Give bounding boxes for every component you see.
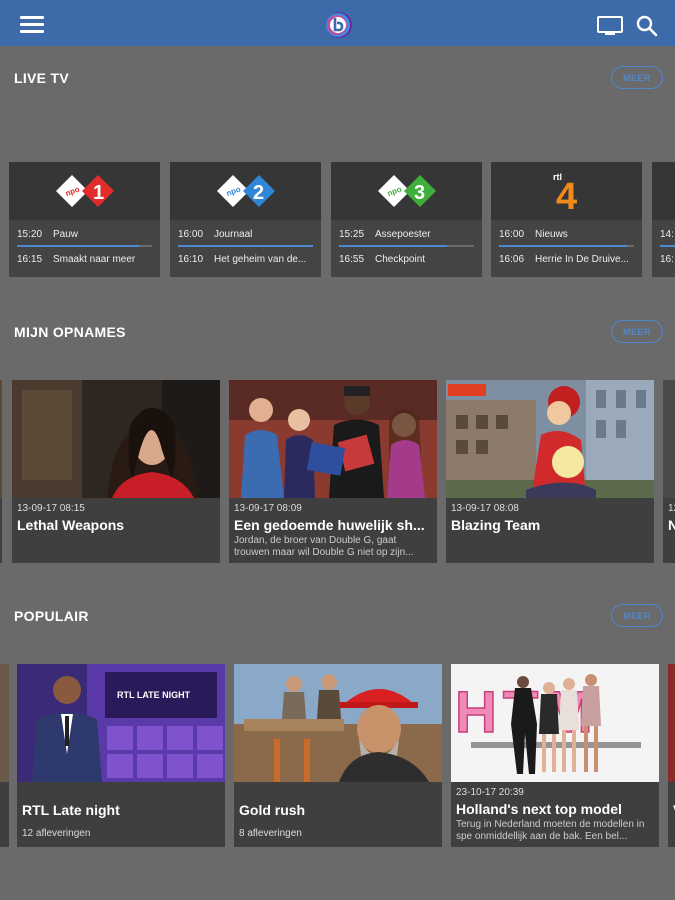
recording-card[interactable]: 13-09-17 08:09 Een gedoemde huwelijk sh.… bbox=[229, 380, 437, 563]
popular-card[interactable]: RTL LATE NIGHT RTL Late night 12 aflever… bbox=[17, 664, 225, 847]
top-app-bar bbox=[0, 0, 675, 46]
svg-text:2: 2 bbox=[253, 182, 264, 204]
recording-card[interactable]: 13-09-17 08:08 Blazing Team bbox=[446, 380, 654, 563]
popular-card[interactable]: HTM 23-10-17 20:39 Holland's next top mo… bbox=[451, 664, 659, 847]
channel-logo-npo3: npo 3 bbox=[331, 162, 482, 220]
popular-thumbnail: RTL LATE NIGHT bbox=[17, 664, 225, 782]
svg-text:1: 1 bbox=[93, 182, 104, 204]
channel-logo-npo1: npo 1 bbox=[9, 162, 160, 220]
channel-progress-bar bbox=[660, 245, 675, 247]
popular-episode-count: 8 afleveringen bbox=[239, 828, 302, 839]
recordings-more-button[interactable]: MEER bbox=[611, 320, 663, 343]
app-logo-icon[interactable] bbox=[322, 10, 354, 40]
recording-date: 13-09-17 08:08 bbox=[451, 503, 519, 514]
section-title-live-tv: LIVE TV bbox=[14, 70, 69, 86]
live-tv-more-button[interactable]: MEER bbox=[611, 66, 663, 89]
section-title-popular: POPULAIR bbox=[14, 608, 89, 624]
channel-now: 16:00 Nieuws bbox=[499, 229, 568, 240]
channel-card-npo3[interactable]: npo 3 15:25 Assepoester 16:55 Checkpoint bbox=[331, 162, 482, 277]
channel-card-rtl4[interactable]: rtl 4 16:00 Nieuws 16:06 Herrie In De Drui… bbox=[491, 162, 642, 277]
popular-episode-count: 12 afleveringen bbox=[22, 828, 91, 839]
channel-next: 16:10 Het geheim van de... bbox=[178, 254, 307, 265]
channel-now: 16:00 Journaal bbox=[178, 229, 253, 240]
rtl4-logo-icon: rtl 4 bbox=[553, 172, 577, 213]
popular-title: RTL Late night bbox=[22, 802, 120, 818]
recording-title: Blazing Team bbox=[451, 517, 541, 533]
channel-card-partial[interactable]: 14: 16: bbox=[652, 162, 675, 277]
search-icon[interactable] bbox=[636, 15, 658, 37]
channel-next: 16: bbox=[660, 254, 674, 265]
channel-now: 15:20 Pauw bbox=[17, 229, 79, 240]
channel-progress-bar bbox=[178, 245, 313, 247]
popular-thumbnail bbox=[234, 664, 442, 782]
popular-thumbnail: HTM bbox=[451, 664, 659, 782]
channel-logo-npo2: npo 2 bbox=[170, 162, 321, 220]
recording-title: Lethal Weapons bbox=[17, 517, 125, 533]
recording-description: Jordan, de broer van Double G, gaat trou… bbox=[234, 535, 414, 558]
popular-card-partial-right[interactable]: V bbox=[668, 664, 675, 847]
live-tv-row: npo 1 15:20 Pauw 16:15 Smaakt naar meer np… bbox=[0, 162, 675, 280]
channel-next: 16:55 Checkpoint bbox=[339, 254, 426, 265]
channel-card-npo1[interactable]: npo 1 15:20 Pauw 16:15 Smaakt naar meer bbox=[9, 162, 160, 277]
recording-thumbnail bbox=[229, 380, 437, 498]
rtl-late-night-thumb-text: RTL LATE NIGHT bbox=[117, 690, 191, 700]
recording-date: 13-09-17 08:09 bbox=[234, 503, 302, 514]
popular-title: Gold rush bbox=[239, 802, 306, 818]
channel-progress-bar bbox=[17, 245, 152, 247]
channel-now: 14: bbox=[660, 229, 674, 240]
popular-date: 23-10-17 20:39 bbox=[456, 787, 524, 798]
recording-thumbnail bbox=[446, 380, 654, 498]
svg-text:4: 4 bbox=[556, 176, 577, 213]
popular-description: Terug in Nederland moeten de modellen in… bbox=[456, 819, 645, 842]
hamburger-menu-icon[interactable] bbox=[20, 16, 44, 34]
recording-card-partial-right[interactable]: 12 N bbox=[663, 380, 675, 563]
channel-card-npo2[interactable]: npo 2 16:00 Journaal 16:10 Het geheim van … bbox=[170, 162, 321, 277]
recording-card-partial-left[interactable] bbox=[0, 380, 2, 563]
recording-card[interactable]: 13-09-17 08:15 Lethal Weapons bbox=[12, 380, 220, 563]
tv-icon[interactable] bbox=[597, 16, 623, 36]
recording-date: 13-09-17 08:15 bbox=[17, 503, 85, 514]
popular-row: RTL LATE NIGHT RTL Late night 12 aflever… bbox=[0, 664, 675, 849]
popular-title: Holland's next top model bbox=[456, 801, 622, 817]
channel-next: 16:15 Smaakt naar meer bbox=[17, 254, 136, 265]
popular-more-button[interactable]: MEER bbox=[611, 604, 663, 627]
recording-title: Een gedoemde huwelijk sh... bbox=[234, 517, 425, 533]
channel-progress-bar bbox=[339, 245, 474, 247]
npo1-logo-icon: npo 1 bbox=[55, 175, 114, 207]
svg-text:3: 3 bbox=[414, 182, 425, 204]
popular-card-partial-left[interactable] bbox=[0, 664, 9, 847]
popular-card[interactable]: Gold rush 8 afleveringen bbox=[234, 664, 442, 847]
recordings-row: 13-09-17 08:15 Lethal Weapons 13-09-17 0… bbox=[0, 380, 675, 565]
channel-now: 15:25 Assepoester bbox=[339, 229, 431, 240]
channel-logo-rtl4: rtl 4 bbox=[491, 162, 642, 220]
channel-next: 16:06 Herrie In De Druive... bbox=[499, 254, 629, 265]
npo2-logo-icon: npo 2 bbox=[216, 175, 275, 207]
channel-progress-bar bbox=[499, 245, 634, 247]
npo3-logo-icon: npo 3 bbox=[377, 175, 436, 207]
recording-thumbnail bbox=[12, 380, 220, 498]
section-title-recordings: MIJN OPNAMES bbox=[14, 324, 126, 340]
